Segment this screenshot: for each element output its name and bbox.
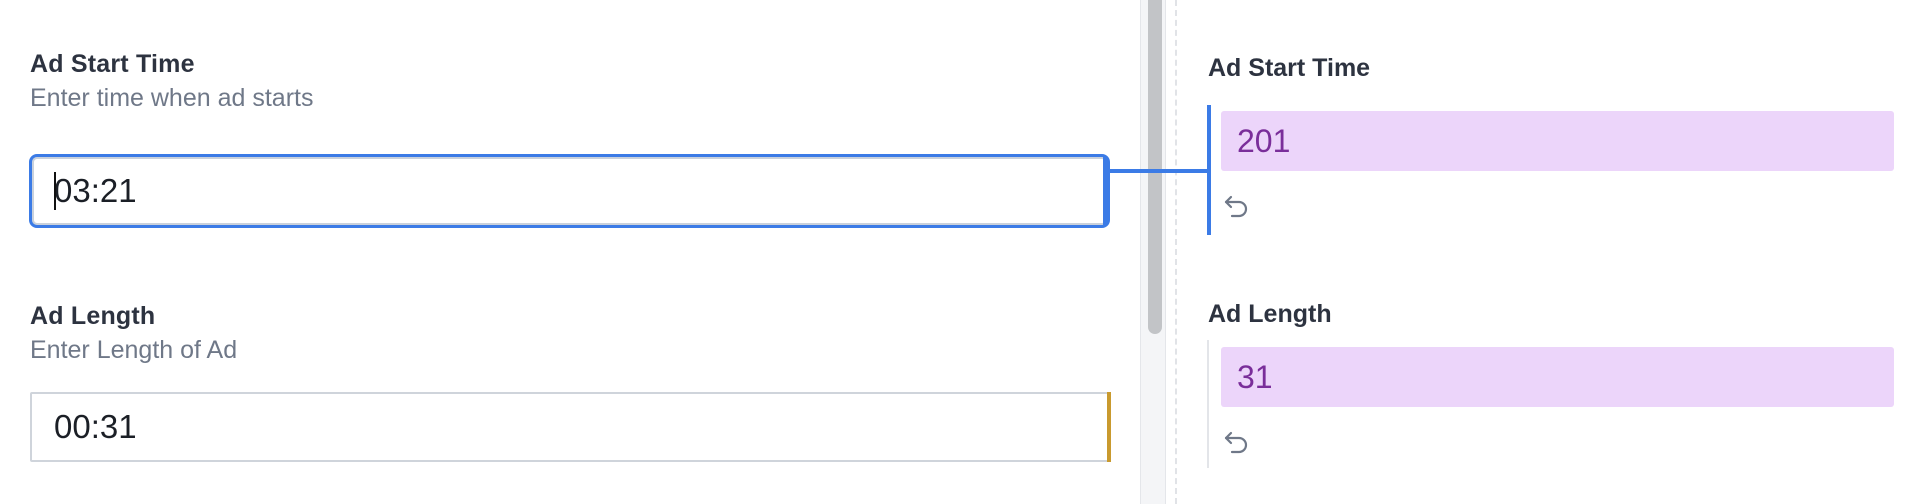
- changed-marker: [1107, 392, 1111, 462]
- ad-start-time-input[interactable]: [29, 154, 1110, 228]
- preview-ad-start-time-value[interactable]: 201: [1221, 111, 1894, 171]
- preview-ad-length-title: Ad Length: [1208, 300, 1332, 328]
- text-caret: [54, 172, 56, 210]
- ad-start-time-title: Ad Start Time: [30, 50, 195, 78]
- focus-indicator: [1103, 156, 1108, 226]
- studio-editor: Ad Start Time Enter time when ad starts …: [0, 0, 1922, 504]
- preview-idle-bar: [1207, 340, 1209, 468]
- preview-active-bar: [1207, 105, 1211, 235]
- ad-length-input[interactable]: [30, 392, 1110, 462]
- ad-length-title: Ad Length: [30, 302, 156, 330]
- preview-ad-start-time-title: Ad Start Time: [1208, 54, 1371, 82]
- undo-icon[interactable]: [1222, 192, 1250, 220]
- preview-ad-length-value[interactable]: 31: [1221, 347, 1894, 407]
- editor-pane: Ad Start Time Enter time when ad starts …: [0, 0, 1140, 504]
- editor-scrollbar-thumb[interactable]: [1148, 0, 1162, 334]
- undo-icon[interactable]: [1222, 428, 1250, 456]
- pane-splitter[interactable]: [1175, 0, 1177, 504]
- ad-length-description: Enter Length of Ad: [30, 336, 238, 364]
- ad-start-time-description: Enter time when ad starts: [30, 84, 314, 112]
